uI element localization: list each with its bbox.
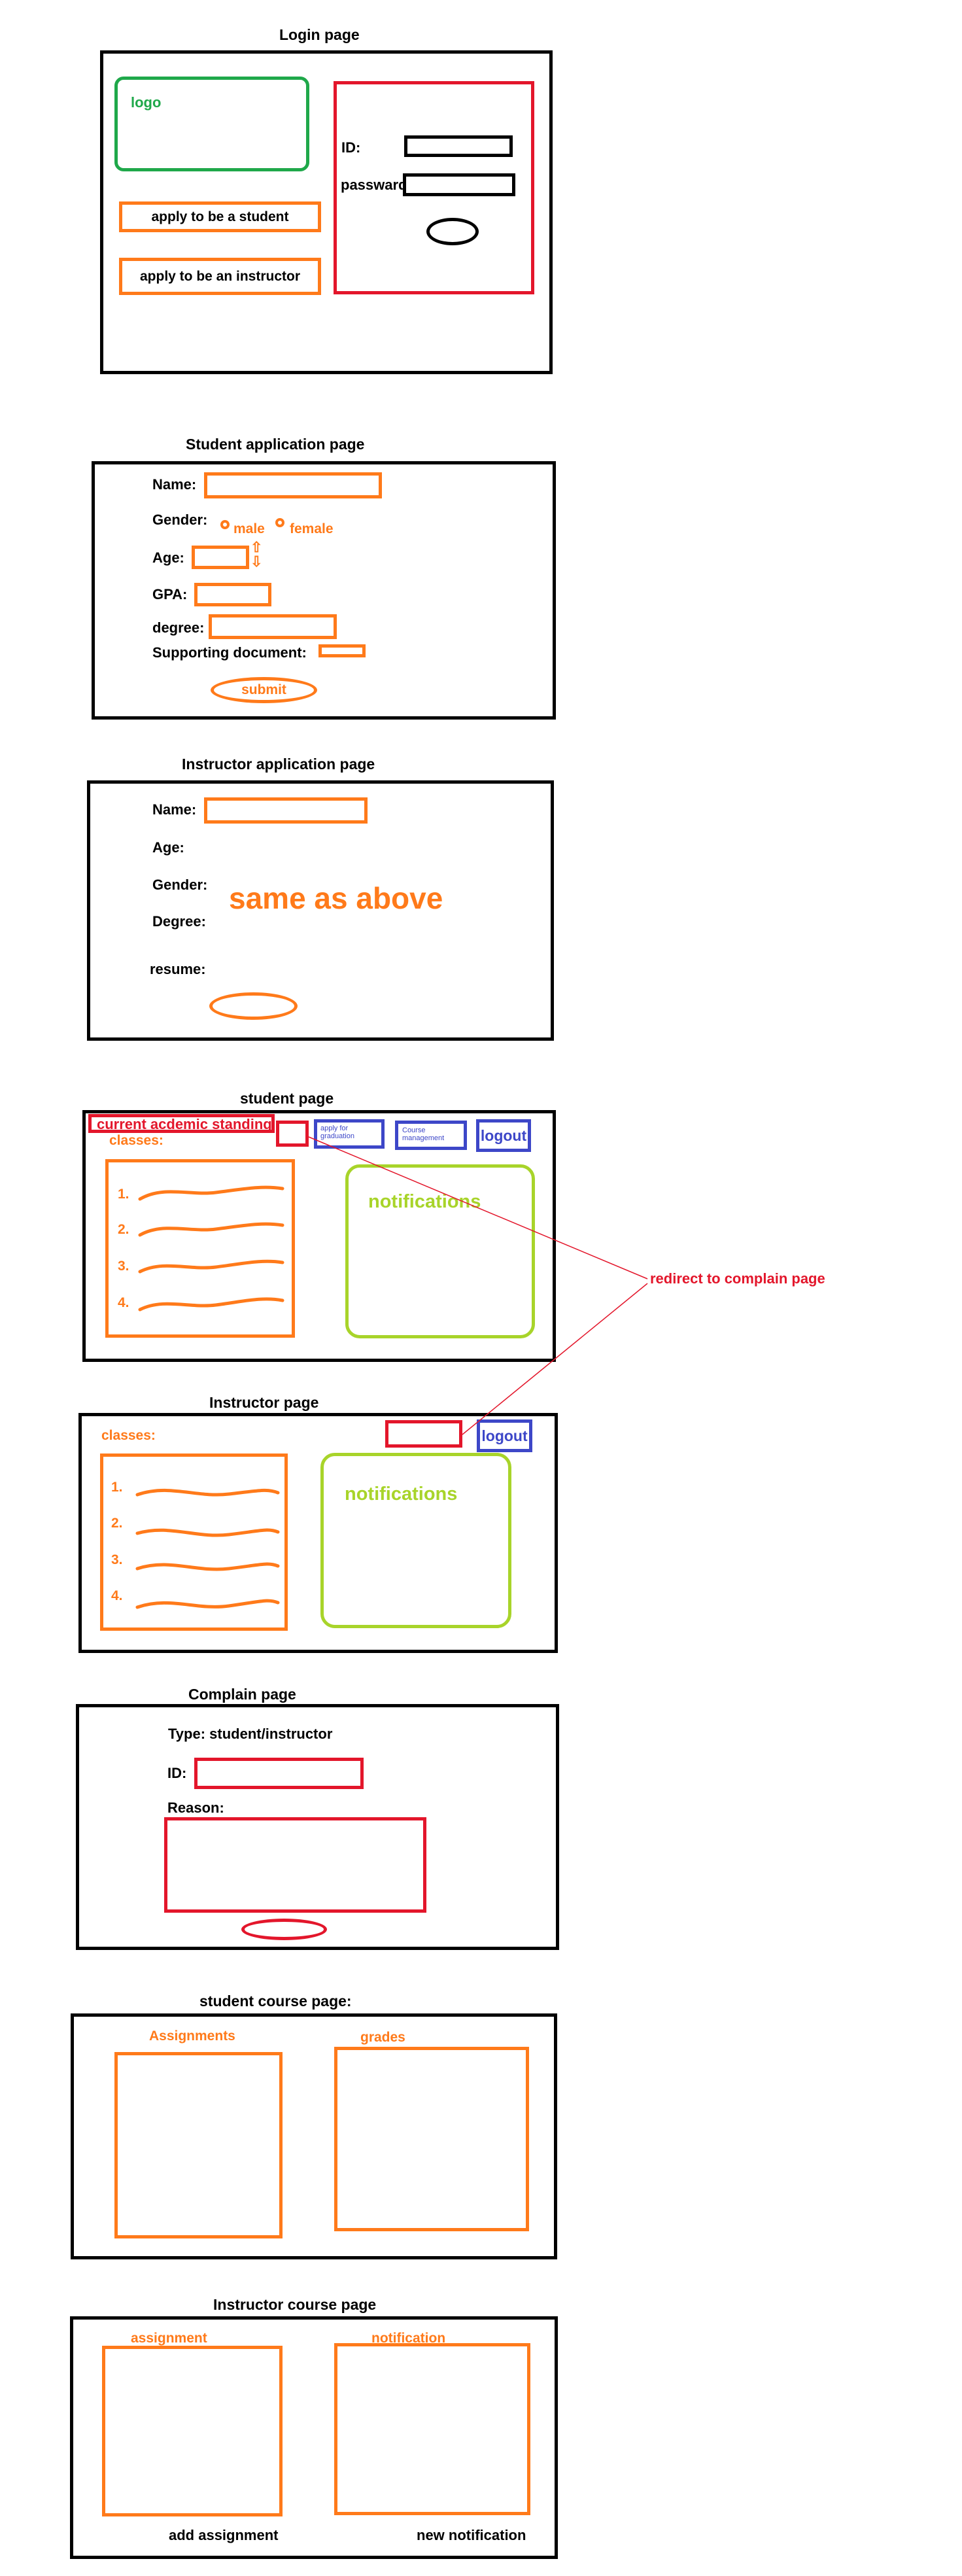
instructor-class-squiggle-4: [135, 1599, 280, 1609]
student-class-squiggle-1: [138, 1185, 284, 1201]
instructor-class-squiggle-3: [135, 1562, 280, 1571]
redirect-line-student: [308, 1136, 648, 1279]
instructor-class-squiggle-1: [135, 1488, 280, 1497]
sketch-overlay: [135, 1136, 648, 1609]
redirect-line-instructor: [462, 1283, 648, 1435]
student-class-squiggle-2: [138, 1222, 284, 1237]
student-class-squiggle-4: [138, 1297, 284, 1312]
instructor-class-squiggle-2: [135, 1528, 280, 1537]
student-class-squiggle-3: [138, 1259, 284, 1274]
